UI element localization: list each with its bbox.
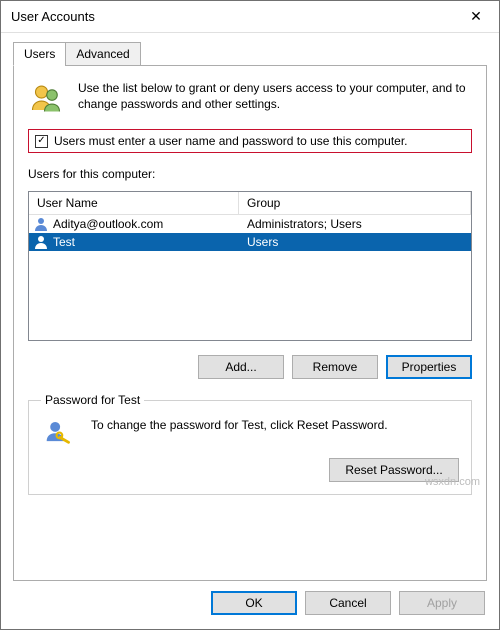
close-button[interactable]: ✕ — [453, 1, 499, 33]
tab-advanced[interactable]: Advanced — [65, 42, 140, 66]
table-row[interactable]: Aditya@outlook.com Administrators; Users — [29, 215, 471, 233]
close-icon: ✕ — [470, 8, 482, 25]
user-avatar-icon — [33, 216, 49, 232]
table-row[interactable]: Test Users — [29, 233, 471, 251]
cell-group: Administrators; Users — [239, 217, 471, 231]
users-list[interactable]: User Name Group Aditya@outlook.com Admin… — [28, 191, 472, 341]
require-password-label: Users must enter a user name and passwor… — [54, 134, 408, 148]
column-header-username[interactable]: User Name — [29, 192, 239, 214]
column-header-group[interactable]: Group — [239, 192, 471, 214]
intro-text: Use the list below to grant or deny user… — [78, 80, 472, 112]
user-accounts-window: User Accounts ✕ Users Advanced Use the l… — [0, 0, 500, 630]
ok-button[interactable]: OK — [211, 591, 297, 615]
intro-row: Use the list below to grant or deny user… — [28, 80, 472, 119]
properties-button[interactable]: Properties — [386, 355, 472, 379]
users-icon — [28, 80, 64, 119]
cancel-button[interactable]: Cancel — [305, 591, 391, 615]
user-avatar-icon — [33, 234, 49, 250]
client-area: Users Advanced Use the list below to gra… — [1, 33, 499, 581]
users-button-row: Add... Remove Properties — [28, 355, 472, 379]
tabstrip: Users Advanced — [13, 41, 487, 65]
tab-panel-users: Use the list below to grant or deny user… — [13, 65, 487, 581]
password-group: Password for Test To change the password… — [28, 393, 472, 495]
add-button[interactable]: Add... — [198, 355, 284, 379]
require-password-row[interactable]: ✓ Users must enter a user name and passw… — [28, 129, 472, 153]
password-group-legend: Password for Test — [41, 393, 144, 407]
cell-group: Users — [239, 235, 471, 249]
titlebar: User Accounts ✕ — [1, 1, 499, 33]
apply-button[interactable]: Apply — [399, 591, 485, 615]
password-group-text: To change the password for Test, click R… — [91, 417, 459, 433]
users-list-body: Aditya@outlook.com Administrators; Users… — [29, 215, 471, 340]
cell-username: Aditya@outlook.com — [53, 217, 163, 231]
require-password-checkbox[interactable]: ✓ — [35, 135, 48, 148]
key-user-icon — [41, 417, 75, 454]
remove-button[interactable]: Remove — [292, 355, 378, 379]
cell-username: Test — [53, 235, 75, 249]
reset-password-button[interactable]: Reset Password... — [329, 458, 459, 482]
window-title: User Accounts — [11, 9, 95, 24]
dialog-footer: OK Cancel Apply — [1, 581, 499, 629]
tab-users[interactable]: Users — [13, 42, 66, 66]
users-list-header: User Name Group — [29, 192, 471, 215]
users-list-label: Users for this computer: — [28, 167, 472, 181]
